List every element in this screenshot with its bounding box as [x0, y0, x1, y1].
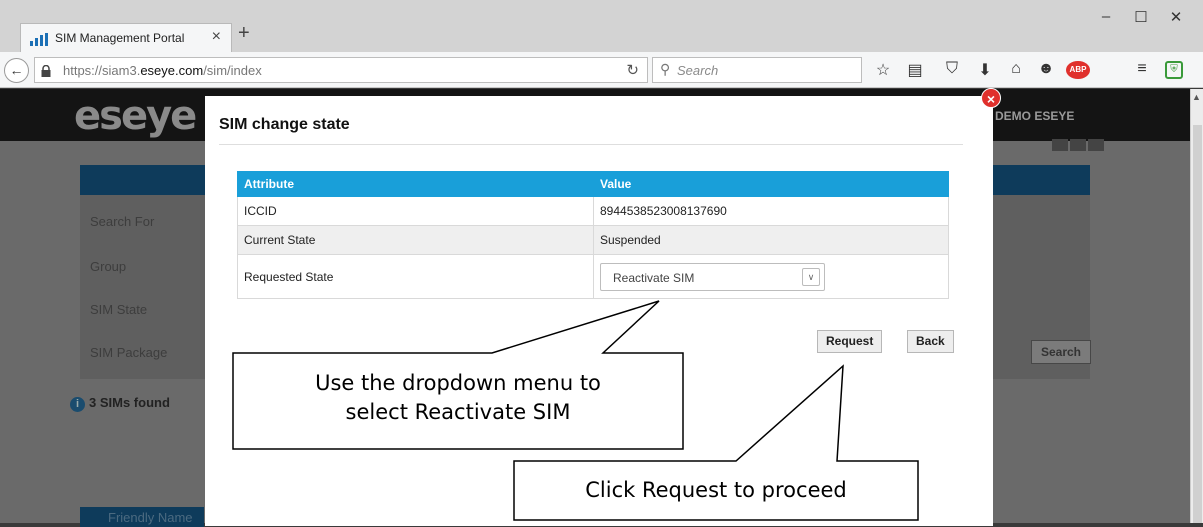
search-input[interactable]: ⚲ Search — [652, 57, 862, 83]
export-icons[interactable] — [1052, 139, 1106, 153]
page-search-button[interactable]: Search — [1031, 340, 1091, 364]
table-row: Current State Suspended — [237, 225, 949, 255]
label-sim-package: SIM Package — [90, 345, 168, 360]
window-minimize-button[interactable]: – — [1096, 8, 1116, 25]
scroll-up-icon[interactable]: ▲ — [1192, 92, 1201, 102]
tab-close-icon[interactable]: × — [212, 28, 221, 46]
menu-icon[interactable]: ≡ — [1131, 60, 1153, 78]
value-cell: Suspended — [593, 225, 949, 255]
value-cell: 8944538523008137690 — [593, 196, 949, 226]
csv-export-icon[interactable] — [1070, 139, 1086, 151]
user-menu[interactable]: DEMO ESEYE — [995, 109, 1074, 123]
download-icon[interactable]: ⬇ — [974, 60, 996, 80]
window-maximize-button[interactable]: ☐ — [1131, 8, 1151, 26]
search-icon: ⚲ — [660, 61, 671, 77]
label-sim-state: SIM State — [90, 302, 148, 317]
tab-title: SIM Management Portal — [55, 31, 185, 45]
reload-icon[interactable]: ↻ — [626, 61, 639, 79]
print-icon[interactable] — [1088, 139, 1104, 151]
value-cell: Reactivate SIM ∨ — [593, 254, 949, 299]
label-search-for: Search For — [90, 214, 155, 229]
search-placeholder: Search — [677, 63, 719, 78]
attribute-cell: Current State — [237, 225, 594, 255]
adblock-icon[interactable]: ABP — [1066, 61, 1090, 79]
eseye-logo: eseye — [74, 93, 197, 139]
request-button[interactable]: Request — [817, 330, 883, 353]
request-callout-text: Click Request to proceed — [585, 478, 847, 502]
url-bar[interactable]: https://siam3.eseye.com/sim/index ↻ — [34, 57, 648, 83]
window-close-button[interactable]: ✕ — [1166, 8, 1186, 26]
signal-bars-icon — [30, 33, 48, 51]
modal-divider — [219, 144, 963, 145]
table-row: Requested State Reactivate SIM ∨ — [237, 254, 949, 299]
dropdown-callout-line2: select Reactivate SIM — [345, 400, 571, 424]
home-icon[interactable]: ⌂ — [1005, 60, 1027, 78]
reading-list-icon[interactable]: ▤ — [904, 60, 926, 80]
sims-found-count: i3 SIMs found — [70, 395, 170, 412]
lock-icon — [41, 64, 51, 82]
pdf-export-icon[interactable] — [1052, 139, 1068, 151]
browser-navbar: ← https://siam3.eseye.com/sim/index ↻ ⚲ … — [0, 52, 1203, 88]
chat-icon[interactable]: ☻ — [1035, 60, 1057, 78]
table-row: ICCID 8944538523008137690 — [237, 196, 949, 226]
browser-tab[interactable]: SIM Management Portal × — [20, 23, 232, 52]
pocket-icon[interactable]: ⛉ — [941, 60, 963, 78]
dropdown-callout-text: Use the dropdown menu to select Reactiva… — [240, 369, 676, 427]
state-table: Attribute Value ICCID 894453852300813769… — [237, 171, 949, 299]
new-tab-button[interactable]: + — [238, 22, 250, 45]
requested-state-value: Reactivate SIM — [613, 270, 695, 285]
browser-titlebar: SIM Management Portal × + – ☐ ✕ — [0, 0, 1203, 52]
label-group: Group — [90, 259, 127, 274]
back-arrow-icon[interactable]: ← — [4, 58, 29, 83]
modal-title: SIM change state — [219, 116, 350, 133]
sim-change-state-modal: SIM change state Attribute Value ICCID 8… — [205, 96, 993, 526]
scrollbar-thumb[interactable] — [1193, 125, 1202, 523]
requested-state-select[interactable]: Reactivate SIM ∨ — [600, 262, 825, 291]
extension-shield-icon[interactable]: ⛨ — [1165, 61, 1183, 79]
page-table-header: Friendly Name — [80, 507, 204, 527]
header-attribute: Attribute — [237, 171, 594, 197]
header-value: Value — [593, 171, 949, 197]
dropdown-callout-line1: Use the dropdown menu to — [315, 371, 601, 395]
attribute-cell: Requested State — [237, 254, 594, 299]
chevron-down-icon[interactable]: ∨ — [802, 267, 820, 286]
url-text: https://siam3.eseye.com/sim/index — [63, 63, 262, 78]
attribute-cell: ICCID — [237, 196, 594, 226]
info-icon: i — [70, 397, 85, 412]
page-scrollbar[interactable]: ▲ — [1190, 89, 1203, 523]
back-button[interactable]: Back — [907, 330, 954, 353]
bookmark-star-icon[interactable]: ☆ — [872, 60, 894, 80]
modal-close-icon[interactable]: × — [981, 88, 1001, 108]
